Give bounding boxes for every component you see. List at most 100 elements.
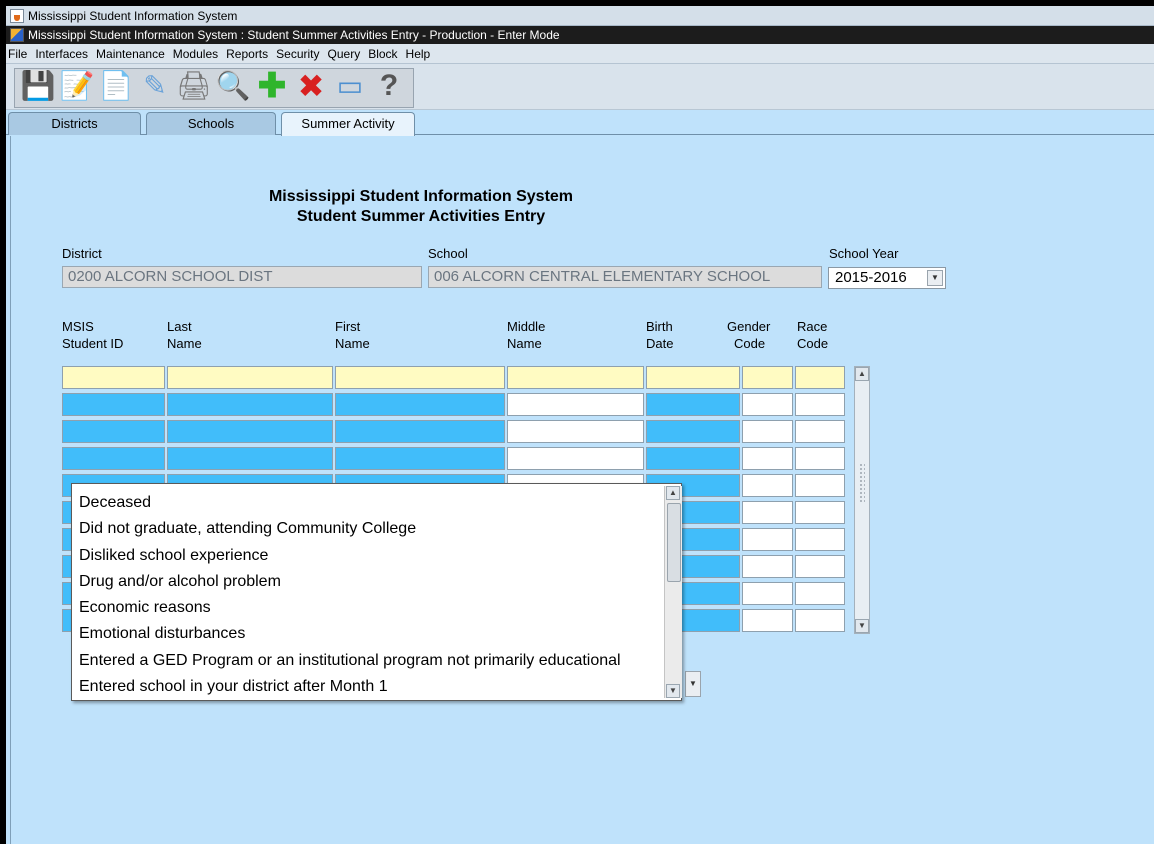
reason-dropdown-list[interactable]: Deceased Did not graduate, attending Com…	[71, 483, 682, 701]
gender-code-cell[interactable]	[742, 609, 793, 632]
first-name-cell[interactable]	[335, 420, 505, 443]
dropdown-scrollbar[interactable]: ▲ ▼	[664, 486, 682, 698]
menu-maintenance[interactable]: Maintenance	[96, 44, 165, 63]
dropdown-option[interactable]: Entered a GED Program or an institutiona…	[72, 648, 662, 674]
race-code-cell[interactable]	[795, 366, 845, 389]
first-name-cell[interactable]	[335, 393, 505, 416]
scroll-up-icon[interactable]: ▲	[855, 367, 869, 381]
dropdown-scroll-up-icon[interactable]: ▲	[666, 486, 680, 500]
blank-document-icon[interactable]: 📄	[98, 69, 134, 103]
outer-title-bar: Mississippi Student Information System	[6, 6, 1154, 26]
reason-combo-chevron-icon[interactable]: ▼	[685, 671, 701, 697]
birth-date-cell[interactable]	[646, 366, 740, 389]
dropdown-option[interactable]: Did not graduate, attending Community Co…	[72, 516, 662, 542]
tab-summer-activity[interactable]: Summer Activity	[281, 112, 415, 136]
gender-code-cell[interactable]	[742, 582, 793, 605]
last-name-cell[interactable]	[167, 420, 333, 443]
menu-help[interactable]: Help	[406, 44, 431, 63]
add-record-icon[interactable]: ✚	[254, 69, 290, 103]
last-name-cell[interactable]	[167, 447, 333, 470]
gender-code-cell[interactable]	[742, 528, 793, 551]
inner-title-bar: Mississippi Student Information System :…	[6, 26, 1154, 44]
birth-date-cell[interactable]	[646, 393, 740, 416]
msis-id-cell[interactable]	[62, 366, 165, 389]
chevron-down-icon[interactable]: ▼	[927, 270, 943, 286]
first-name-cell[interactable]	[335, 447, 505, 470]
grid-scrollbar[interactable]: ▲ ▼	[854, 366, 870, 634]
col-race-line2: Code	[797, 336, 829, 351]
application-window: Mississippi Student Information System M…	[6, 6, 1154, 844]
district-label: District	[62, 246, 102, 261]
district-field[interactable]: 0200 ALCORN SCHOOL DIST	[62, 266, 422, 288]
msis-id-cell[interactable]	[62, 393, 165, 416]
menu-interfaces[interactable]: Interfaces	[35, 44, 88, 63]
dropdown-option[interactable]: Drug and/or alcohol problem	[72, 569, 662, 595]
menu-file[interactable]: File	[8, 44, 27, 63]
last-name-cell[interactable]	[167, 393, 333, 416]
gender-code-cell[interactable]	[742, 393, 793, 416]
first-name-cell[interactable]	[335, 366, 505, 389]
edit-icon[interactable]: 📝	[59, 69, 95, 103]
race-code-cell[interactable]	[795, 555, 845, 578]
msis-id-cell[interactable]	[62, 447, 165, 470]
eraser-icon[interactable]: ✎	[137, 69, 173, 103]
menu-block[interactable]: Block	[368, 44, 397, 63]
birth-date-cell[interactable]	[646, 447, 740, 470]
col-gender-line1: Gender	[727, 319, 771, 334]
birth-date-cell[interactable]	[646, 420, 740, 443]
col-first-line2: Name	[335, 336, 370, 351]
delete-record-icon[interactable]: ✖	[293, 69, 329, 103]
toolbar: 💾 📝 📄 ✎ 🖨 🔍 ✚ ✖ ▭ ?	[6, 64, 1154, 110]
middle-name-cell[interactable]	[507, 393, 644, 416]
gender-code-cell[interactable]	[742, 555, 793, 578]
school-label: School	[428, 246, 468, 261]
dropdown-option[interactable]: Entered school in your district after Mo…	[72, 674, 662, 700]
race-code-cell[interactable]	[795, 420, 845, 443]
msis-id-cell[interactable]	[62, 420, 165, 443]
col-msis-line2: Student ID	[62, 336, 124, 351]
form-header-line1: Mississippi Student Information System	[268, 188, 574, 205]
dropdown-option[interactable]: Disliked school experience	[72, 543, 662, 569]
col-msis-line1: MSIS	[62, 319, 94, 334]
scroll-grip[interactable]	[859, 463, 865, 503]
gender-code-cell[interactable]	[742, 420, 793, 443]
dropdown-scroll-thumb[interactable]	[667, 503, 681, 582]
school-year-select[interactable]: 2015-2016 ▼	[828, 267, 946, 289]
school-field[interactable]: 006 ALCORN CENTRAL ELEMENTARY SCHOOL	[428, 266, 822, 288]
close-window-icon[interactable]: ▭	[332, 69, 368, 103]
tab-schools[interactable]: Schools	[146, 112, 276, 135]
col-race-line1: Race	[797, 319, 828, 334]
race-code-cell[interactable]	[795, 447, 845, 470]
race-code-cell[interactable]	[795, 582, 845, 605]
dropdown-option[interactable]: Emotional disturbances	[72, 621, 662, 647]
dropdown-scroll-down-icon[interactable]: ▼	[666, 684, 680, 698]
race-code-cell[interactable]	[795, 474, 845, 497]
menu-modules[interactable]: Modules	[173, 44, 218, 63]
printer-icon[interactable]: 🖨	[176, 69, 212, 103]
gender-code-cell[interactable]	[742, 447, 793, 470]
gender-code-cell[interactable]	[742, 501, 793, 524]
dropdown-option[interactable]: Deceased	[72, 490, 662, 516]
dropdown-option[interactable]: Economic reasons	[72, 595, 662, 621]
race-code-cell[interactable]	[795, 609, 845, 632]
search-icon[interactable]: 🔍	[215, 69, 251, 103]
col-middle-line1: Middle	[507, 319, 546, 334]
race-code-cell[interactable]	[795, 528, 845, 551]
gender-code-cell[interactable]	[742, 474, 793, 497]
scroll-down-icon[interactable]: ▼	[855, 619, 869, 633]
menu-security[interactable]: Security	[276, 44, 319, 63]
middle-name-cell[interactable]	[507, 366, 644, 389]
col-middle-line2: Name	[507, 336, 542, 351]
menu-reports[interactable]: Reports	[226, 44, 268, 63]
save-icon[interactable]: 💾	[20, 69, 56, 103]
menu-query[interactable]: Query	[328, 44, 361, 63]
help-icon[interactable]: ?	[371, 69, 407, 103]
race-code-cell[interactable]	[795, 501, 845, 524]
col-last-line2: Name	[167, 336, 202, 351]
middle-name-cell[interactable]	[507, 420, 644, 443]
race-code-cell[interactable]	[795, 393, 845, 416]
middle-name-cell[interactable]	[507, 447, 644, 470]
last-name-cell[interactable]	[167, 366, 333, 389]
tab-districts[interactable]: Districts	[8, 112, 141, 135]
gender-code-cell[interactable]	[742, 366, 793, 389]
